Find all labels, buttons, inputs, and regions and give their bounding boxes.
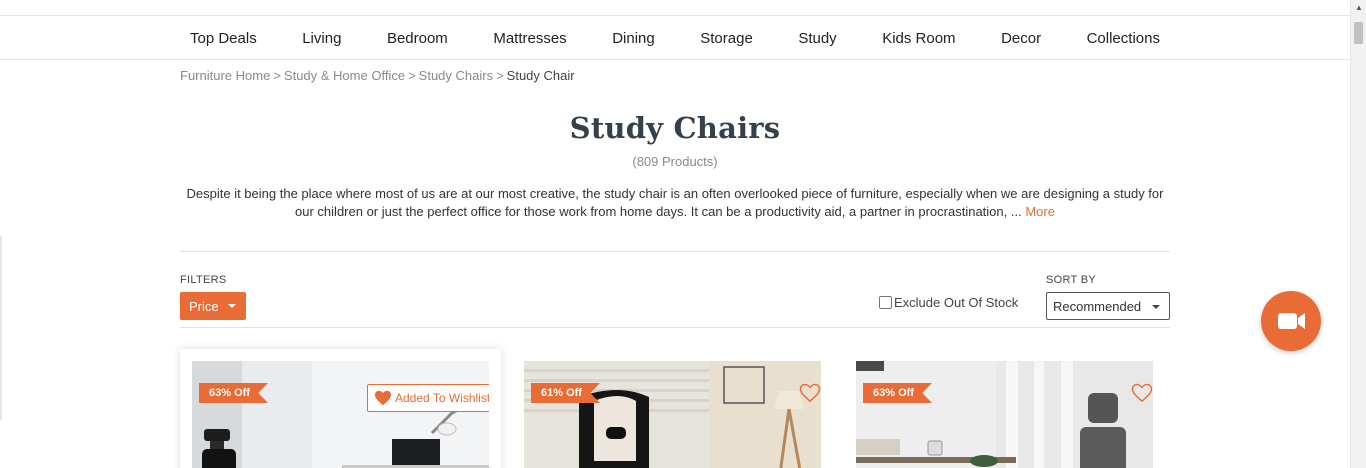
scroll-up-arrow-icon[interactable]: ▲ (1351, 0, 1366, 16)
scroll-thumb[interactable] (1354, 22, 1363, 44)
exclude-out-of-stock[interactable]: Exclude Out Of Stock (879, 295, 1018, 310)
product-card[interactable]: 63% Off Added To Wishlist (180, 349, 501, 468)
caret-down-icon (228, 304, 236, 308)
category-description: Despite it being the place where most of… (180, 185, 1170, 221)
price-filter-label: Price (189, 298, 219, 314)
product-photo (524, 361, 821, 468)
nav-item-kids-room[interactable]: Kids Room (882, 30, 955, 47)
sort-selected-value: Recommended (1053, 298, 1142, 314)
video-call-button[interactable] (1261, 291, 1321, 351)
more-link[interactable]: More (1025, 204, 1055, 219)
wishlist-button[interactable]: Added To Wishlist (367, 384, 489, 412)
discount-badge: 63% Off (863, 383, 932, 403)
sort-by-label: SORT BY (1046, 274, 1096, 286)
breadcrumb-current: Study Chair (506, 68, 575, 83)
product-image[interactable]: 61% Off (524, 361, 821, 468)
wishlist-label: Added To Wishlist (395, 391, 489, 405)
discount-badge: 61% Off (531, 383, 600, 403)
product-image[interactable]: 63% Off Added To Wishlist (192, 361, 489, 468)
price-filter-button[interactable]: Price (180, 292, 246, 320)
description-text: Despite it being the place where most of… (186, 186, 1164, 219)
product-photo (192, 361, 489, 468)
discount-badge: 63% Off (199, 383, 268, 403)
top-bar (0, 0, 1350, 16)
product-photo (856, 361, 1153, 468)
heart-outline-icon[interactable] (1131, 383, 1153, 403)
breadcrumb-separator: > (408, 68, 416, 83)
nav-item-dining[interactable]: Dining (612, 30, 655, 47)
nav-item-bedroom[interactable]: Bedroom (387, 30, 448, 47)
filters-label: FILTERS (180, 274, 227, 286)
nav-item-mattresses[interactable]: Mattresses (493, 30, 566, 47)
page-title: Study Chairs (569, 111, 781, 145)
product-card[interactable]: 63% Off (844, 349, 1165, 468)
divider (180, 327, 1170, 328)
breadcrumb: Furniture Home > Study & Home Office > Study… (180, 68, 575, 83)
breadcrumb-link-study-chairs[interactable]: Study Chairs (419, 68, 493, 83)
nav-item-living[interactable]: Living (302, 30, 341, 47)
breadcrumb-separator: > (496, 68, 504, 83)
heart-filled-icon (375, 390, 391, 406)
exclude-out-of-stock-checkbox[interactable] (879, 296, 892, 309)
caret-down-icon (1152, 305, 1160, 309)
heart-outline-icon[interactable] (799, 383, 821, 403)
breadcrumb-link-study-home-office[interactable]: Study & Home Office (284, 68, 405, 83)
vertical-scrollbar[interactable]: ▲ (1350, 0, 1366, 468)
sort-select[interactable]: Recommended (1046, 292, 1170, 320)
breadcrumb-separator: > (273, 68, 281, 83)
divider (180, 251, 1170, 252)
nav-menu: Top Deals Living Bedroom Mattresses Dini… (180, 17, 1170, 60)
product-image[interactable]: 63% Off (856, 361, 1153, 468)
nav-item-collections[interactable]: Collections (1087, 30, 1160, 47)
exclude-out-of-stock-label: Exclude Out Of Stock (894, 295, 1019, 310)
left-edge-divider (0, 236, 2, 420)
nav-item-study[interactable]: Study (798, 30, 836, 47)
main-nav: Top Deals Living Bedroom Mattresses Dini… (0, 17, 1350, 60)
video-camera-icon (1278, 313, 1305, 329)
breadcrumb-link-furniture-home[interactable]: Furniture Home (180, 68, 270, 83)
product-card[interactable]: 61% Off (512, 349, 833, 468)
nav-item-storage[interactable]: Storage (700, 30, 753, 47)
product-count: (809 Products) (632, 154, 718, 169)
nav-item-top-deals[interactable]: Top Deals (190, 30, 257, 47)
nav-item-decor[interactable]: Decor (1001, 30, 1041, 47)
